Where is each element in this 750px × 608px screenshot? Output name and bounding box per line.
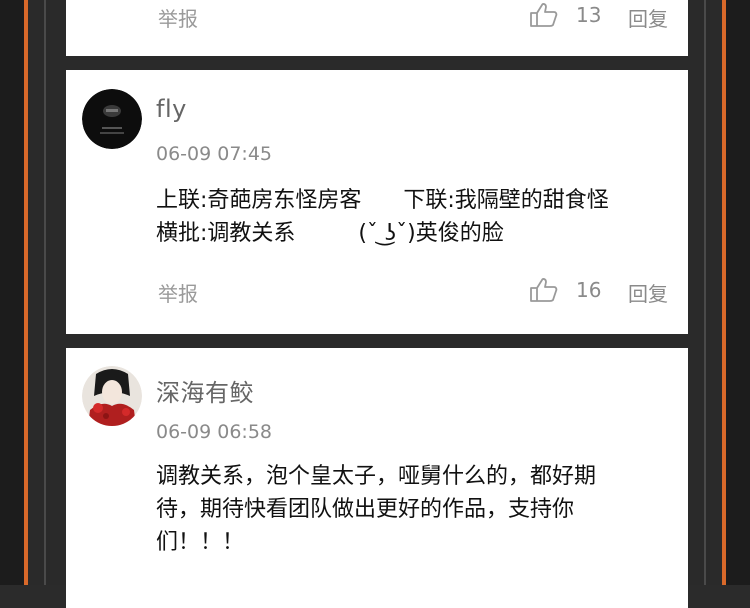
comment-card: 深海有鲛 06-09 06:58 调教关系，泡个皇太子，哑舅什么的，都好期 待，… — [66, 348, 688, 608]
comment-text: 上联:奇葩房东怪房客 下联:我隔壁的甜食怪 横批:调教关系 (ˇ ͜ʖˇ)英俊的… — [156, 188, 609, 246]
comic-page-frame: 举报 13 回复 fly 06-09 07:45 上联:奇葩房东怪房客 下联:我… — [0, 0, 750, 608]
right-frame-edge — [722, 0, 750, 585]
avatar-dark-portrait-icon — [82, 89, 142, 149]
thumbs-up-icon[interactable] — [529, 277, 559, 303]
username[interactable]: 深海有鲛 — [156, 373, 254, 408]
report-button[interactable]: 举报 — [158, 3, 198, 32]
avatar[interactable] — [82, 366, 142, 426]
thumbs-up-icon[interactable] — [529, 2, 559, 28]
username[interactable]: fly — [156, 95, 187, 123]
comment-date: 06-09 07:45 — [156, 143, 273, 165]
comment-card: 举报 13 回复 — [66, 0, 688, 56]
comment-card: fly 06-09 07:45 上联:奇葩房东怪房客 下联:我隔壁的甜食怪 横批… — [66, 70, 688, 334]
reply-button[interactable]: 回复 — [628, 278, 668, 307]
avatar[interactable] — [82, 89, 142, 149]
left-frame-edge — [0, 0, 28, 585]
report-button[interactable]: 举报 — [158, 278, 198, 307]
comment-text: 调教关系，泡个皇太子，哑舅什么的，都好期 待，期待快看团队做出更好的作品，支持你… — [156, 464, 597, 555]
avatar-red-flower-girl-icon — [82, 366, 142, 426]
comment-date: 06-09 06:58 — [156, 421, 273, 443]
reply-button[interactable]: 回复 — [628, 3, 668, 32]
like-count: 13 — [576, 3, 602, 27]
like-count: 16 — [576, 278, 602, 302]
